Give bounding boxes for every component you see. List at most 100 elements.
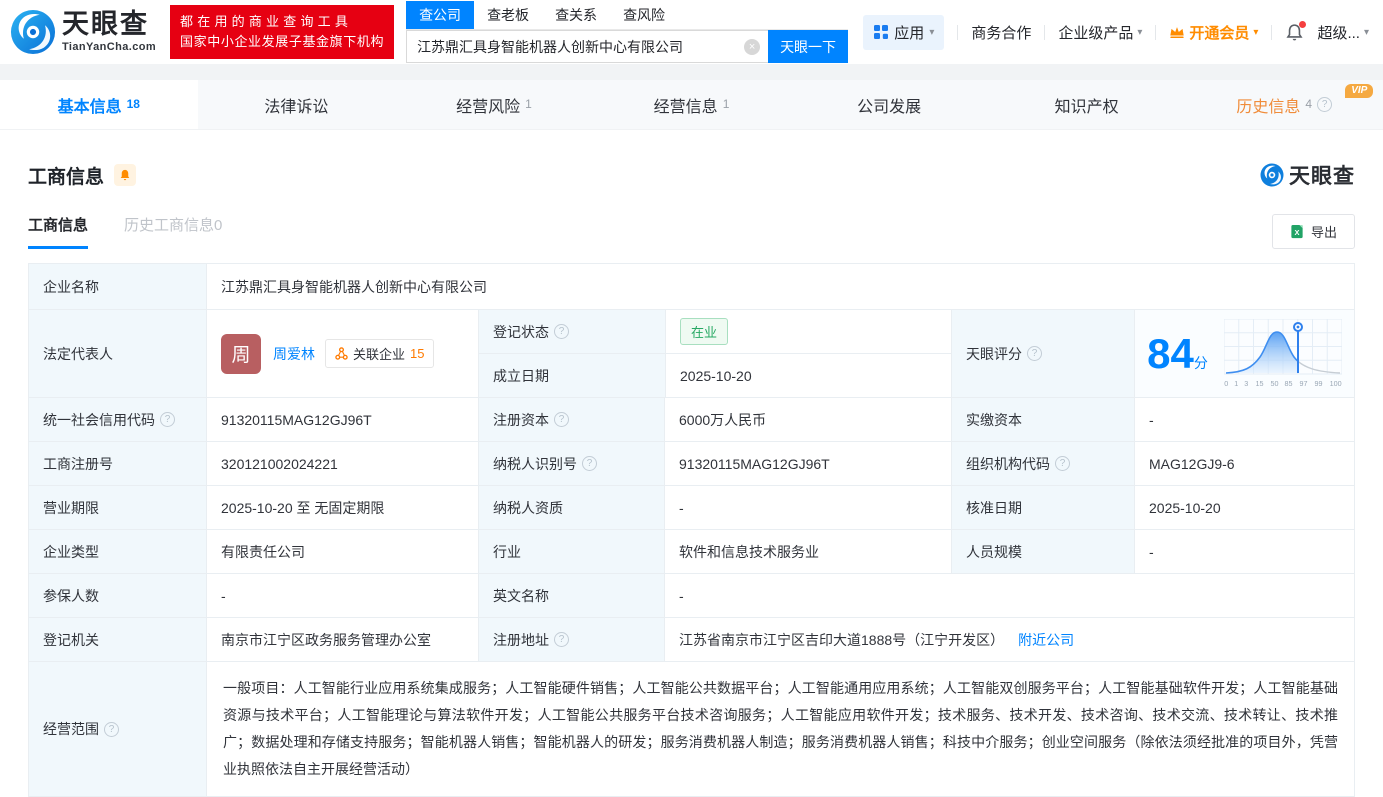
tab-company-development[interactable]: 公司发展 bbox=[790, 80, 988, 129]
chevron-down-icon: ▾ bbox=[1363, 26, 1369, 38]
company-name-value: 江苏鼎汇具身智能机器人创新中心有限公司 bbox=[206, 264, 1354, 309]
export-button[interactable]: X 导出 bbox=[1271, 214, 1355, 249]
subtab-business-info[interactable]: 工商信息 bbox=[28, 214, 89, 249]
subtab-label: 历史工商信息 bbox=[124, 217, 215, 234]
field-label: 企业类型 bbox=[29, 530, 206, 573]
industry-value: 软件和信息技术服务业 bbox=[664, 530, 951, 573]
search-tab-company[interactable]: 查公司 bbox=[406, 1, 475, 29]
tab-basic-info[interactable]: 基本信息 18 bbox=[0, 80, 198, 129]
axis-tick: 1 bbox=[1234, 379, 1239, 388]
search-tab-boss[interactable]: 查老板 bbox=[474, 1, 542, 29]
search-tab-relation[interactable]: 查关系 bbox=[542, 1, 610, 29]
score-curve bbox=[1223, 319, 1342, 375]
help-icon[interactable]: ? bbox=[1055, 456, 1070, 471]
field-label: 行业 bbox=[478, 530, 664, 573]
business-term-value: 2025-10-20 至 无固定期限 bbox=[206, 486, 478, 529]
field-label-text: 纳税人识别号 bbox=[493, 455, 577, 472]
help-icon[interactable]: ? bbox=[1027, 346, 1042, 361]
tab-count: 4 bbox=[1305, 96, 1313, 111]
tab-count: 1 bbox=[525, 96, 532, 111]
tab-count: 18 bbox=[126, 96, 140, 111]
tab-label: 经营信息 bbox=[653, 98, 718, 116]
field-label: 法定代表人 bbox=[29, 310, 206, 397]
tianyan-score-cell[interactable]: 84分 0 1 3 15 50 85 97 99 100 bbox=[1134, 310, 1354, 397]
subtab-history-business-info[interactable]: 历史工商信息0 bbox=[124, 214, 222, 249]
table-row-insured-count: 参保人数 - 英文名称 - bbox=[29, 573, 1354, 617]
axis-tick: 50 bbox=[1269, 379, 1278, 388]
help-icon[interactable]: ? bbox=[582, 456, 597, 471]
search-input[interactable] bbox=[407, 31, 769, 62]
tab-label: 历史信息 bbox=[1236, 98, 1301, 116]
tab-operating-info[interactable]: 经营信息 1 bbox=[593, 80, 791, 129]
taxpayer-quality-value: - bbox=[664, 486, 951, 529]
divider bbox=[1271, 24, 1273, 40]
search-tab-risk[interactable]: 查风险 bbox=[610, 1, 678, 29]
help-icon[interactable]: ? bbox=[554, 412, 569, 427]
table-row-business-scope: 经营范围 ? 一般项目：人工智能行业应用系统集成服务；人工智能硬件销售；人工智能… bbox=[29, 661, 1354, 796]
help-icon[interactable]: ? bbox=[554, 632, 569, 647]
user-menu[interactable]: 超级... ▾ bbox=[1317, 22, 1369, 43]
legal-rep-link[interactable]: 周爱林 bbox=[273, 344, 315, 364]
field-label: 企业名称 bbox=[29, 264, 206, 309]
tab-legal[interactable]: 法律诉讼 bbox=[198, 80, 396, 129]
tab-intellectual-property[interactable]: 知识产权 bbox=[988, 80, 1186, 129]
search-button[interactable]: 天眼一下 bbox=[768, 30, 849, 63]
divider bbox=[1044, 24, 1046, 40]
field-label: 营业期限 bbox=[29, 486, 206, 529]
promo-line2: 国家中小企业发展子基金旗下机构 bbox=[180, 34, 385, 49]
logo-texts: 天眼查 TianYanCha.com bbox=[62, 11, 156, 53]
help-icon[interactable]: ? bbox=[104, 721, 119, 737]
chevron-down-icon: ▾ bbox=[1253, 26, 1259, 38]
help-icon[interactable]: ? bbox=[160, 412, 175, 427]
reg-number-value: 320121002024221 bbox=[206, 442, 478, 485]
nav-enterprise[interactable]: 企业级产品 ▾ bbox=[1058, 22, 1142, 43]
notifications-bell[interactable] bbox=[1285, 20, 1307, 42]
apps-menu[interactable]: 应用 ▾ bbox=[863, 14, 945, 50]
field-label: 登记机关 bbox=[29, 618, 206, 661]
chevron-down-icon: ▾ bbox=[1137, 26, 1143, 38]
field-label: 统一社会信用代码 ? bbox=[29, 398, 206, 441]
field-label: 注册地址 ? bbox=[478, 618, 664, 661]
tab-label: 基本信息 bbox=[57, 98, 122, 116]
staff-size-value: - bbox=[1134, 530, 1354, 573]
help-icon[interactable]: ? bbox=[1317, 97, 1333, 112]
credit-code-value: 91320115MAG12GJ96T bbox=[206, 398, 478, 441]
tab-history-info[interactable]: VIP 历史信息 4 ? bbox=[1185, 80, 1383, 129]
axis-tick: 3 bbox=[1244, 379, 1249, 388]
nav-open-vip[interactable]: 开通会员 ▾ bbox=[1169, 22, 1258, 43]
score-distribution-chart: 0 1 3 15 50 85 97 99 100 bbox=[1223, 319, 1342, 388]
score-unit: 分 bbox=[1193, 354, 1208, 371]
avatar[interactable]: 周 bbox=[221, 333, 261, 374]
field-label: 成立日期 bbox=[479, 354, 665, 397]
nearby-companies-link[interactable]: 附近公司 bbox=[1018, 630, 1074, 650]
tab-operating-risk[interactable]: 经营风险 1 bbox=[395, 80, 593, 129]
search-input-wrap: × bbox=[406, 30, 769, 63]
nav-biz-coop[interactable]: 商务合作 bbox=[971, 22, 1031, 43]
divider bbox=[957, 24, 959, 40]
search-tabs: 查公司 查老板 查关系 查风险 bbox=[406, 1, 849, 30]
tab-label: 经营风险 bbox=[456, 98, 521, 116]
subscribe-bell-button[interactable] bbox=[114, 164, 137, 186]
field-label-text: 组织机构代码 bbox=[966, 455, 1050, 472]
table-row-reg-status: 登记状态 ? 在业 bbox=[479, 310, 951, 353]
section-header: 工商信息 天眼查 bbox=[28, 160, 1355, 190]
nav-open-vip-label: 开通会员 bbox=[1189, 24, 1250, 42]
search-block: 查公司 查老板 查关系 查风险 × 天眼一下 bbox=[406, 1, 849, 63]
company-section-tabs: 基本信息 18 法律诉讼 经营风险 1 经营信息 1 公司发展 知识产权 VIP… bbox=[0, 80, 1383, 130]
table-row-business-term: 营业期限 2025-10-20 至 无固定期限 纳税人资质 - 核准日期 202… bbox=[29, 485, 1354, 529]
score-axis-labels: 0 1 3 15 50 85 97 99 100 bbox=[1224, 379, 1342, 388]
tianyancha-logo[interactable]: 天眼查 TianYanCha.com bbox=[10, 9, 156, 55]
business-info-table: 企业名称 江苏鼎汇具身智能机器人创新中心有限公司 法定代表人 周 周爱林 关联企… bbox=[28, 263, 1355, 797]
apps-label: 应用 bbox=[894, 24, 925, 42]
field-label-text: 天眼评分 bbox=[966, 345, 1022, 362]
table-row-reg-number: 工商注册号 320121002024221 纳税人识别号 ? 91320115M… bbox=[29, 441, 1354, 485]
related-companies-badge[interactable]: 关联企业 15 bbox=[325, 339, 435, 368]
field-label: 参保人数 bbox=[29, 574, 206, 617]
badge-count: 15 bbox=[410, 346, 425, 361]
help-icon[interactable]: ? bbox=[554, 324, 569, 339]
reg-status-value: 在业 bbox=[665, 310, 951, 353]
bell-icon bbox=[120, 169, 130, 180]
clear-search-icon[interactable]: × bbox=[744, 38, 761, 55]
field-label: 经营范围 ? bbox=[29, 662, 206, 796]
axis-tick: 15 bbox=[1255, 379, 1264, 388]
